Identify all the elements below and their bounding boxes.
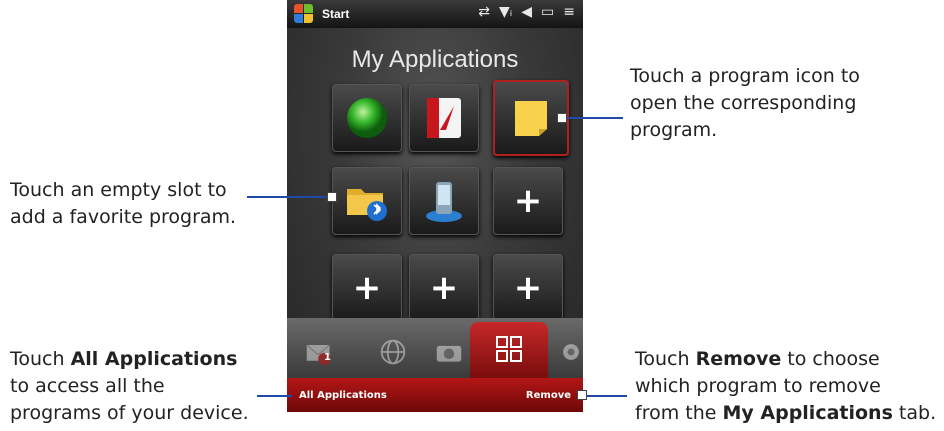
data-sync-icon: ⇄ bbox=[478, 4, 490, 20]
all-applications-softkey[interactable]: All Applications bbox=[287, 390, 399, 401]
speaker-icon: ◀ bbox=[521, 4, 533, 20]
callout-line: which program to remove bbox=[635, 375, 881, 397]
remove-softkey[interactable]: Remove bbox=[514, 390, 583, 401]
plus-icon: + bbox=[513, 268, 543, 308]
phone-device-icon bbox=[426, 182, 462, 222]
menu-icon[interactable]: ≡ bbox=[563, 4, 575, 20]
callout-line: Touch an empty slot to bbox=[10, 179, 227, 201]
empty-slot-tile[interactable]: + bbox=[332, 254, 402, 322]
plus-icon: + bbox=[352, 268, 382, 308]
battery-icon: ▭ bbox=[541, 4, 555, 20]
callout-emphasis: All Applications bbox=[70, 348, 238, 370]
callout-program-icon: Touch a program icon to open the corresp… bbox=[630, 63, 860, 144]
leader-line bbox=[565, 117, 623, 119]
callout-line: Touch a program icon to bbox=[630, 65, 860, 87]
leader-marker bbox=[557, 113, 567, 123]
signal-icon: ▼ᵢ bbox=[498, 4, 513, 20]
empty-slot-tile[interactable]: + bbox=[409, 254, 479, 322]
empty-slot-tile[interactable]: + bbox=[493, 167, 563, 235]
leader-line bbox=[257, 395, 292, 397]
leader-line bbox=[247, 196, 327, 198]
callout-remove: Touch Remove to choose which program to … bbox=[635, 346, 936, 427]
callout-text: tab. bbox=[892, 402, 937, 424]
pdf-reader-icon bbox=[427, 98, 461, 138]
settings-tab-icon[interactable] bbox=[557, 338, 583, 366]
leader-marker bbox=[577, 390, 587, 400]
camera-tab-icon[interactable] bbox=[435, 338, 463, 366]
phone-screen: Start ⇄ ▼ᵢ ◀ ▭ ≡ My Applications + + + +… bbox=[287, 0, 583, 412]
plus-icon: + bbox=[429, 268, 459, 308]
bluetooth-folder-icon bbox=[347, 189, 387, 221]
empty-slot-tile[interactable]: + bbox=[493, 254, 563, 322]
callout-empty-slot: Touch an empty slot to add a favorite pr… bbox=[10, 177, 236, 231]
status-bar: Start ⇄ ▼ᵢ ◀ ▭ ≡ bbox=[287, 0, 583, 28]
app-tile[interactable] bbox=[409, 84, 479, 152]
callout-line: open the corresponding bbox=[630, 92, 857, 114]
callout-emphasis: Remove bbox=[695, 348, 782, 370]
windows-start-icon[interactable] bbox=[294, 4, 314, 24]
start-menu-label[interactable]: Start bbox=[322, 7, 349, 21]
plus-icon: + bbox=[513, 181, 543, 221]
callout-text: Touch bbox=[10, 348, 71, 370]
callout-line: add a favorite program. bbox=[10, 206, 237, 228]
leader-marker bbox=[327, 192, 337, 202]
page-title: My Applications bbox=[351, 46, 519, 73]
callout-line: to access all the bbox=[10, 375, 165, 397]
green-ball-icon bbox=[347, 98, 387, 138]
applications-tab-icon[interactable] bbox=[495, 335, 523, 363]
callout-emphasis: My Applications bbox=[722, 402, 893, 424]
internet-tab-icon[interactable] bbox=[379, 338, 407, 366]
softkey-bar: All Applications Remove bbox=[287, 378, 583, 412]
callout-line: program. bbox=[630, 119, 718, 141]
sticky-note-icon bbox=[515, 101, 547, 136]
app-tile[interactable] bbox=[332, 84, 402, 152]
app-tile[interactable] bbox=[332, 167, 402, 235]
leader-line bbox=[587, 395, 627, 397]
callout-text: from the bbox=[635, 402, 723, 424]
callout-text: Touch bbox=[635, 348, 696, 370]
callout-text: to choose bbox=[781, 348, 880, 370]
app-tile[interactable] bbox=[409, 167, 479, 235]
notification-badge: 1 bbox=[324, 352, 331, 363]
callout-all-applications: Touch All Applications to access all the… bbox=[10, 346, 249, 427]
callout-line: programs of your device. bbox=[10, 402, 249, 424]
